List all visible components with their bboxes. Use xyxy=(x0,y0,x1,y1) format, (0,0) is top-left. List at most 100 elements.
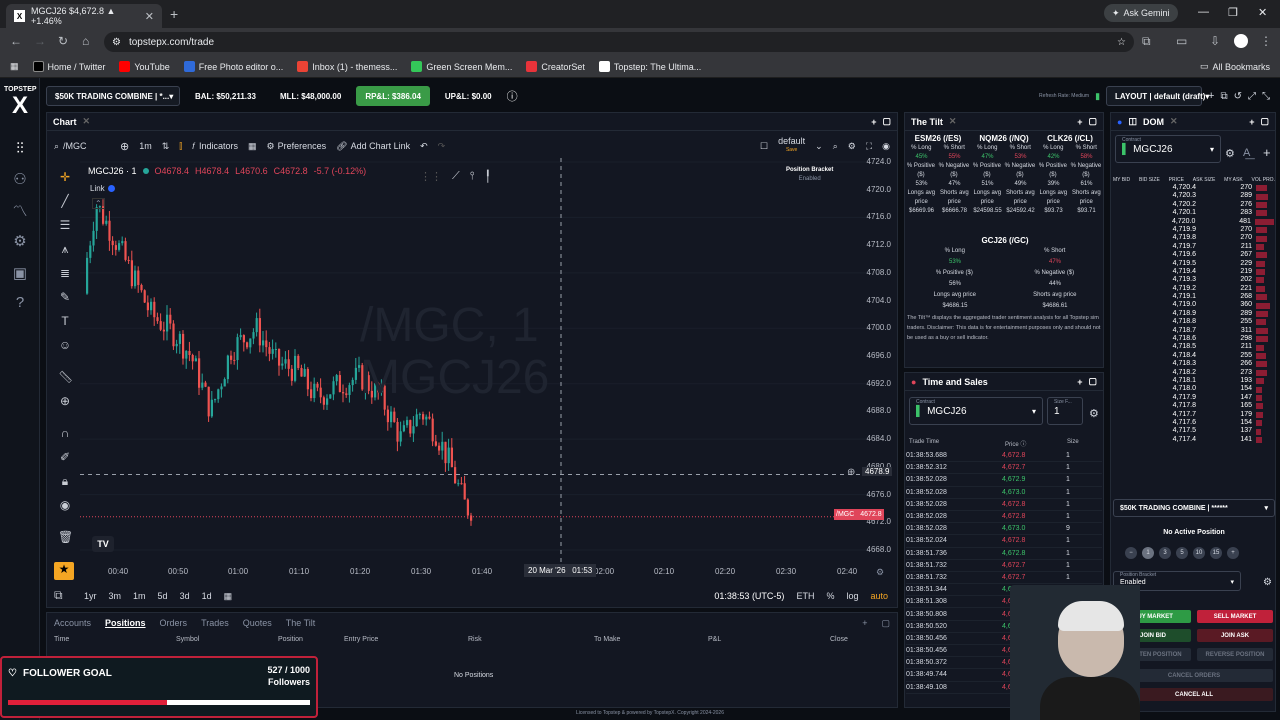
collapse-legend-icon[interactable]: ⌃ xyxy=(92,198,105,209)
dom-contract-select[interactable]: Contract ▌ MGCJ26 ▾ xyxy=(1115,135,1221,163)
crosshair-tool-icon[interactable]: ✛ xyxy=(58,170,72,184)
apps-grid-icon[interactable]: ▦ xyxy=(10,61,19,72)
text-tool-icon[interactable]: T xyxy=(58,314,72,328)
add-alert-icon[interactable]: ⊕ xyxy=(847,467,855,478)
tas-contract-select[interactable]: Contract ▌ MGCJ26 ▾ xyxy=(909,397,1043,425)
dom-ask-size[interactable]: 266 xyxy=(1196,360,1252,368)
url-bar[interactable]: ⚙ topstepx.com/trade ☆ xyxy=(104,32,1134,52)
sell-market-button[interactable]: SELL MARKET xyxy=(1197,610,1273,623)
maximize-panel-icon[interactable]: ▢ xyxy=(882,116,891,127)
dom-row[interactable]: 4,719.2 221 xyxy=(1114,285,1274,293)
dom-ask-size[interactable]: 289 xyxy=(1196,192,1252,200)
dom-ask-size[interactable]: 179 xyxy=(1196,411,1252,419)
media-icon[interactable]: ▭ xyxy=(1176,34,1187,48)
add-panel-icon[interactable]: + xyxy=(1077,377,1082,387)
maximize-icon[interactable]: ❐ xyxy=(1228,6,1238,19)
dom-row[interactable]: 4,718.2 273 xyxy=(1114,369,1274,377)
qty-plus-button[interactable]: + xyxy=(1227,547,1239,559)
dom-row[interactable]: 4,719.6 267 xyxy=(1114,251,1274,259)
dom-row[interactable]: 4,717.4 141 xyxy=(1114,436,1274,444)
quick-search-icon[interactable]: ⌕ xyxy=(833,141,838,152)
timeframe-button[interactable]: 1m xyxy=(139,141,152,151)
dom-ask-size[interactable]: 229 xyxy=(1196,260,1252,268)
maximize-panel-icon[interactable]: ▢ xyxy=(1260,116,1269,127)
reverse-position-button[interactable]: REVERSE POSITION xyxy=(1197,648,1273,661)
dom-row[interactable]: 4,718.4 255 xyxy=(1114,352,1274,360)
dom-ask-size[interactable]: 270 xyxy=(1196,234,1252,242)
dom-row[interactable]: 4,720.4 270 xyxy=(1114,184,1274,192)
chevron-down-icon[interactable]: ⌄ xyxy=(815,141,823,152)
profile-avatar[interactable] xyxy=(1234,34,1248,48)
range-button[interactable]: 3d xyxy=(180,591,190,601)
add-panel-icon[interactable]: + xyxy=(862,618,867,628)
duplicate-icon[interactable]: ⧉ xyxy=(1220,91,1227,102)
dom-ladder[interactable]: 4,720.4 270 4,720.3 289 4,720.2 276 4,720.1 283… xyxy=(1114,184,1274,444)
dom-ask-size[interactable]: 211 xyxy=(1196,343,1252,351)
dom-row[interactable]: 4,719.0 360 xyxy=(1114,301,1274,309)
dom-ask-size[interactable]: 219 xyxy=(1196,268,1252,276)
community-icon[interactable]: ⚇ xyxy=(8,170,32,190)
dom-row[interactable]: 4,719.9 270 xyxy=(1114,226,1274,234)
bookmark-item[interactable]: Free Photo editor o... xyxy=(183,61,283,72)
dom-row[interactable]: 4,718.0 154 xyxy=(1114,385,1274,393)
bookmark-item[interactable]: Topstep: The Ultima... xyxy=(598,61,701,72)
dom-ask-size[interactable]: 141 xyxy=(1196,436,1252,444)
tradingview-logo[interactable]: TV xyxy=(92,536,114,552)
magnet-icon[interactable]: ∩ xyxy=(58,426,72,440)
add-chart-link-button[interactable]: 🔗︎ Add Chart Link xyxy=(336,141,410,152)
emoji-icon[interactable]: ☺ xyxy=(58,338,72,352)
bookmark-item[interactable]: Home / Twitter xyxy=(32,61,105,72)
qty-button[interactable]: 10 xyxy=(1193,547,1205,559)
add-panel-icon[interactable]: + xyxy=(1077,117,1082,127)
maximize-panel-icon[interactable]: ▢ xyxy=(881,618,890,629)
brush-icon[interactable]: ✎ xyxy=(58,290,72,304)
browser-tab[interactable]: X MGCJ26 $4,672.8 ▲ +1.46% ✕ xyxy=(6,4,162,28)
dom-row[interactable]: 4,719.8 270 xyxy=(1114,234,1274,242)
back-icon[interactable]: ← xyxy=(10,34,22,48)
dom-row[interactable]: 4,717.6 154 xyxy=(1114,419,1274,427)
close-tab-icon[interactable]: ✕ xyxy=(145,10,154,23)
templates-icon[interactable]: ▦ xyxy=(248,141,257,152)
dom-row[interactable]: 4,718.1 193 xyxy=(1114,377,1274,385)
dom-ask-size[interactable]: 276 xyxy=(1196,201,1252,209)
trash-icon[interactable]: 🗑︎ xyxy=(58,530,73,544)
dom-row[interactable]: 4,717.7 179 xyxy=(1114,411,1274,419)
dom-ask-size[interactable]: 273 xyxy=(1196,369,1252,377)
bookmark-item[interactable]: Inbox (1) - themess... xyxy=(297,61,397,72)
analytics-icon[interactable]: 〽 xyxy=(8,200,32,220)
price-axis[interactable]: 4724.0 4720.0 4716.0 4712.0 4708.0 4704.0 4700… xyxy=(843,157,895,563)
camera-icon[interactable]: ◉ xyxy=(882,141,890,152)
dom-ask-size[interactable]: 268 xyxy=(1196,293,1252,301)
log-toggle[interactable]: log xyxy=(846,591,858,601)
qty-button[interactable]: 5 xyxy=(1176,547,1188,559)
add-widget-icon[interactable]: + xyxy=(1208,90,1214,102)
dom-ask-size[interactable]: 147 xyxy=(1196,394,1252,402)
session-button[interactable]: ETH xyxy=(796,591,814,601)
dom-row[interactable]: 4,720.0 481 xyxy=(1114,218,1274,226)
keep-drawing-icon[interactable]: ✐ xyxy=(58,450,72,464)
dom-row[interactable]: 4,718.7 311 xyxy=(1114,327,1274,335)
dom-ask-size[interactable]: 137 xyxy=(1196,427,1252,435)
range-button[interactable]: 5d xyxy=(158,591,168,601)
maximize-panel-icon[interactable]: ▢ xyxy=(1088,376,1097,387)
marker-icon[interactable]: ╿ xyxy=(485,170,492,183)
bookmark-item[interactable]: CreatorSet xyxy=(526,61,585,72)
favorite-star-icon[interactable]: ★ xyxy=(54,562,74,580)
dom-ask-size[interactable]: 298 xyxy=(1196,335,1252,343)
popout-icon[interactable]: ⤢ xyxy=(1248,91,1256,102)
dom-ask-size[interactable]: 221 xyxy=(1196,285,1252,293)
home-icon[interactable]: ⌂ xyxy=(82,34,89,48)
dom-ask-size[interactable]: 193 xyxy=(1196,377,1252,385)
redo-icon[interactable]: ↷ xyxy=(438,141,446,152)
close-window-icon[interactable]: ✕ xyxy=(1258,6,1267,19)
candle-type-icon[interactable]: ⫿ xyxy=(179,141,182,152)
calendar-icon[interactable]: ▦ xyxy=(224,591,233,602)
symbol-search[interactable]: ⌕/MGC xyxy=(54,141,110,152)
dom-row[interactable]: 4,719.4 219 xyxy=(1114,268,1274,276)
pattern-icon[interactable]: ⩚ xyxy=(58,242,72,256)
dom-add-icon[interactable]: + xyxy=(1263,145,1271,160)
compare-icon[interactable]: ⇅ xyxy=(162,141,170,152)
time-axis-settings-icon[interactable]: ⚙ xyxy=(876,567,884,578)
dom-row[interactable]: 4,718.5 211 xyxy=(1114,343,1274,351)
browser-menu-icon[interactable]: ⋮ xyxy=(1260,34,1272,48)
